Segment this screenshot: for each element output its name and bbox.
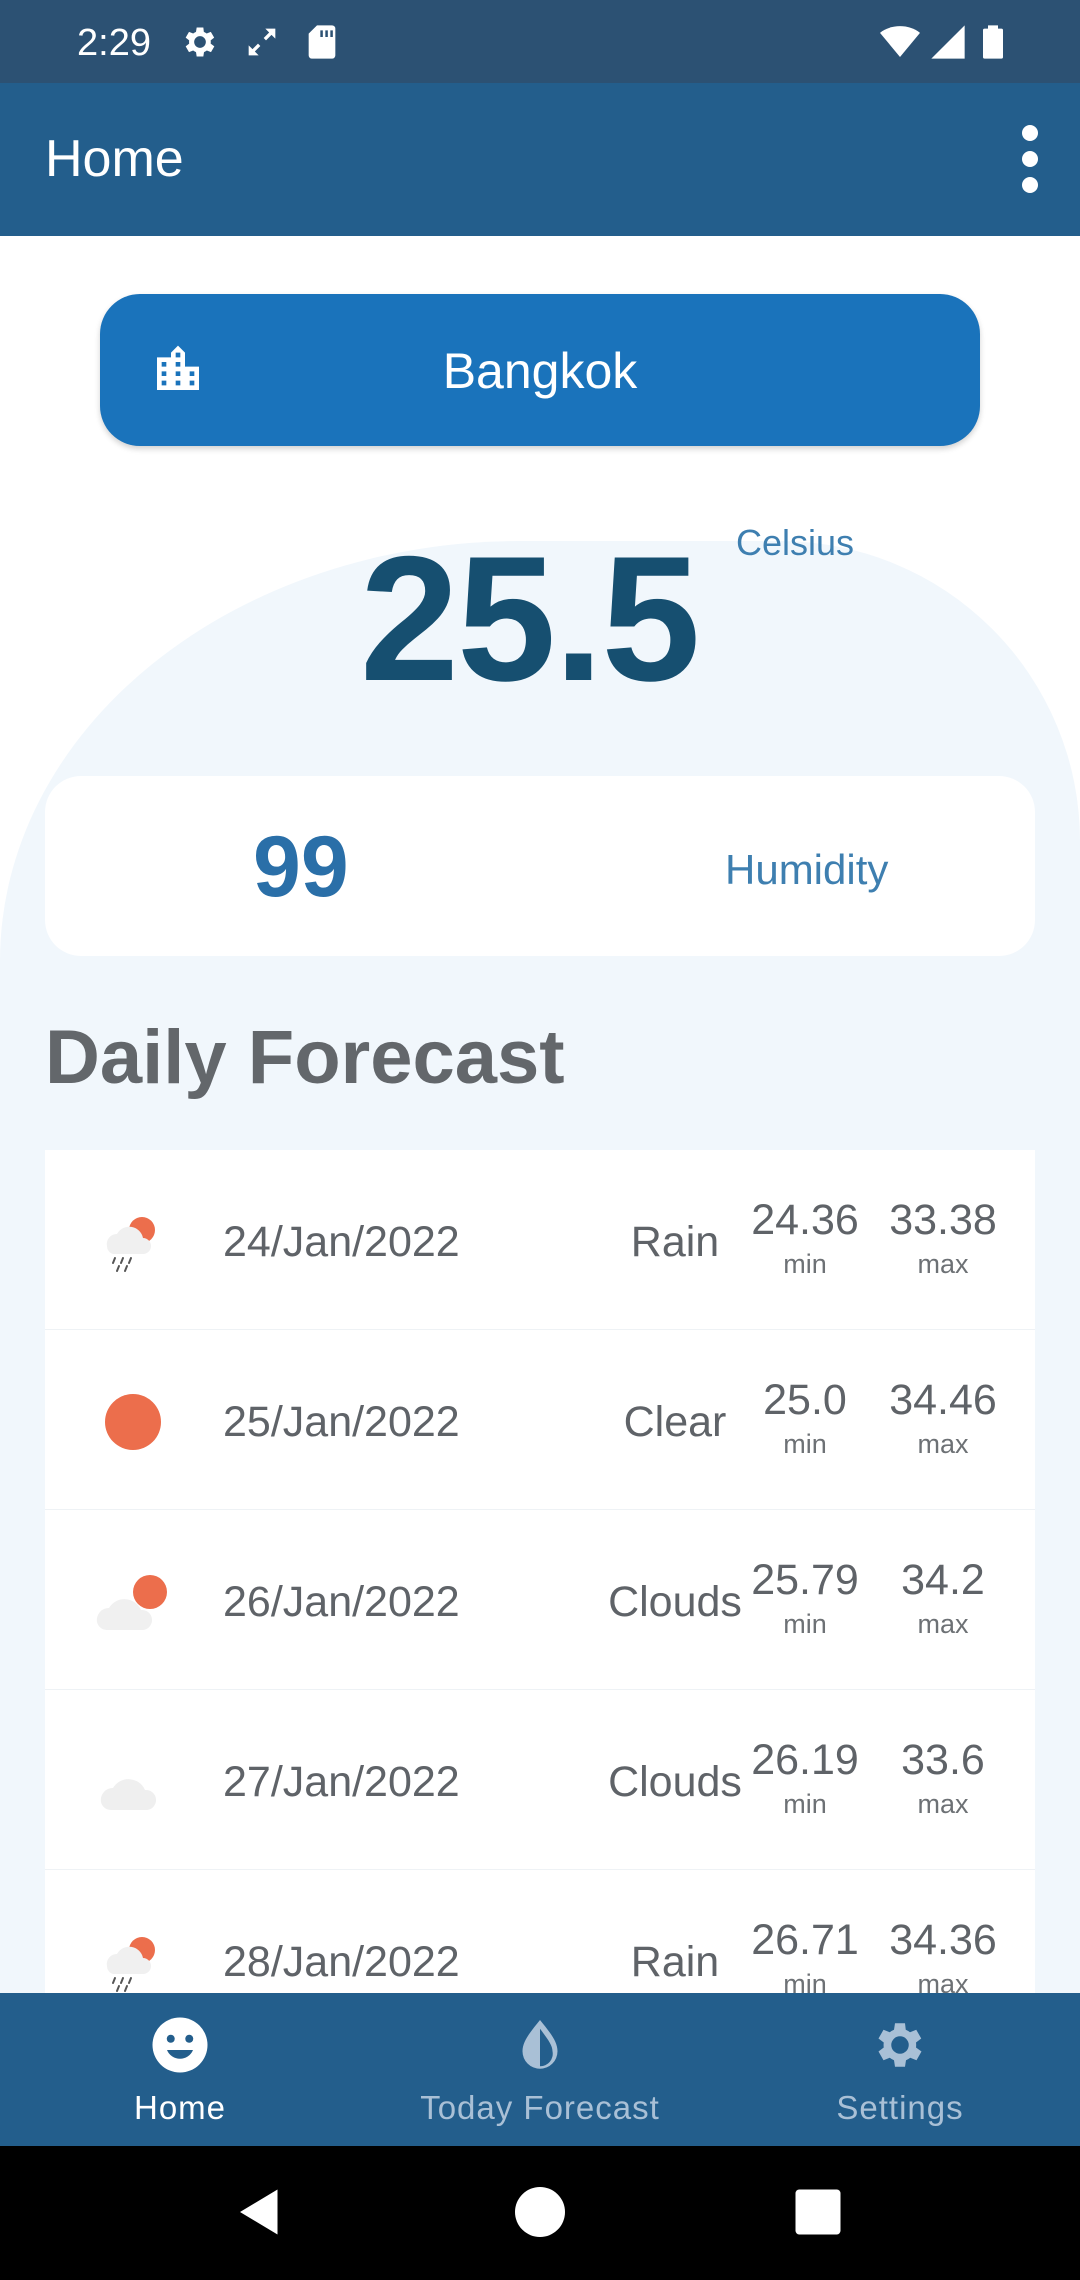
nav-label-today-forecast: Today Forecast bbox=[420, 2089, 660, 2126]
nav-label-settings: Settings bbox=[836, 2089, 964, 2126]
status-time: 2:29 bbox=[77, 22, 151, 64]
forecast-max-value: 33.6 bbox=[901, 1736, 985, 1784]
forecast-max: 34.46 max bbox=[873, 1376, 1013, 1460]
forecast-max: 34.36 max bbox=[873, 1916, 1013, 1993]
cloud-icon bbox=[100, 1779, 157, 1811]
temperature-value: 25.5 bbox=[360, 519, 700, 718]
city-name: Bangkok bbox=[442, 343, 638, 399]
forecast-min-caption: min bbox=[783, 1609, 827, 1639]
forecast-date: 24/Jan/2022 bbox=[223, 1218, 460, 1266]
forecast-min: 25.79 min bbox=[735, 1556, 875, 1640]
signal-icon bbox=[931, 25, 965, 59]
forecast-max-value: 34.46 bbox=[889, 1376, 997, 1424]
forecast-min-caption: min bbox=[783, 1249, 827, 1279]
forecast-row[interactable]: 25/Jan/2022 Clear 25.0 min 34.46 max bbox=[45, 1330, 1035, 1510]
back-icon[interactable] bbox=[230, 2182, 290, 2242]
forecast-max-value: 33.38 bbox=[889, 1196, 997, 1244]
forecast-max-value: 34.2 bbox=[901, 1556, 985, 1604]
battery-icon bbox=[983, 25, 1003, 59]
more-vert-icon[interactable] bbox=[1010, 123, 1050, 195]
sd-card-icon bbox=[308, 25, 336, 59]
forecast-min-caption: min bbox=[783, 1429, 827, 1459]
sync-icon bbox=[248, 28, 276, 56]
rain-icon bbox=[106, 1937, 155, 1992]
forecast-min-value: 24.36 bbox=[751, 1196, 859, 1244]
nav-item-today-forecast[interactable]: Today Forecast bbox=[360, 1993, 720, 2146]
forecast-min: 24.36 min bbox=[735, 1196, 875, 1280]
forecast-min: 26.19 min bbox=[735, 1736, 875, 1820]
forecast-max: 34.2 max bbox=[873, 1556, 1013, 1640]
forecast-min-value: 26.71 bbox=[751, 1916, 859, 1964]
forecast-min: 26.71 min bbox=[735, 1916, 875, 1993]
nav-label-home: Home bbox=[133, 2089, 227, 2126]
recents-icon[interactable] bbox=[788, 2182, 848, 2242]
main-content: Bangkok 25.5 Celsius 99 Humidity Daily F… bbox=[0, 236, 1080, 1993]
gear-icon bbox=[878, 2023, 922, 2067]
water-drop-icon bbox=[522, 2020, 558, 2069]
forecast-min-value: 25.0 bbox=[763, 1376, 847, 1424]
rain-icon bbox=[106, 1217, 155, 1272]
forecast-min-value: 25.79 bbox=[751, 1556, 859, 1604]
clear-sun-icon bbox=[105, 1394, 161, 1450]
humidity-label: Humidity bbox=[725, 846, 889, 893]
forecast-row[interactable]: 27/Jan/2022 Clouds 26.19 min 33.6 max bbox=[45, 1690, 1035, 1870]
forecast-list[interactable]: 24/Jan/2022 Rain 24.36 min 33.38 max 25/… bbox=[45, 1150, 1035, 1993]
forecast-min-caption: min bbox=[783, 1969, 827, 1993]
forecast-max-value: 34.36 bbox=[889, 1916, 997, 1964]
forecast-min: 25.0 min bbox=[735, 1376, 875, 1460]
forecast-max-caption: max bbox=[917, 1609, 969, 1639]
daily-forecast-title: Daily Forecast bbox=[45, 1015, 565, 1100]
forecast-min-value: 26.19 bbox=[751, 1736, 859, 1784]
forecast-max: 33.38 max bbox=[873, 1196, 1013, 1280]
nav-item-settings[interactable]: Settings bbox=[720, 1993, 1080, 2146]
system-navigation-bar bbox=[0, 2146, 1080, 2280]
forecast-date: 27/Jan/2022 bbox=[223, 1758, 460, 1806]
forecast-max-caption: max bbox=[917, 1789, 969, 1819]
home-circle-icon[interactable] bbox=[510, 2182, 570, 2242]
temperature-unit: Celsius bbox=[736, 522, 855, 563]
forecast-max-caption: max bbox=[917, 1249, 969, 1279]
city-button[interactable]: Bangkok bbox=[100, 294, 980, 446]
humidity-card: 99 Humidity bbox=[45, 776, 1035, 956]
smiley-icon bbox=[152, 2017, 208, 2073]
status-bar: 2:29 bbox=[0, 0, 1080, 83]
app-bar: Home bbox=[0, 83, 1080, 236]
forecast-row[interactable]: 26/Jan/2022 Clouds 25.79 min 34.2 max bbox=[45, 1510, 1035, 1690]
forecast-min-caption: min bbox=[783, 1789, 827, 1819]
wifi-icon bbox=[880, 26, 920, 57]
forecast-max: 33.6 max bbox=[873, 1736, 1013, 1820]
page-title: Home bbox=[45, 130, 184, 188]
forecast-row[interactable]: 24/Jan/2022 Rain 24.36 min 33.38 max bbox=[45, 1150, 1035, 1330]
forecast-max-caption: max bbox=[917, 1969, 969, 1993]
forecast-date: 25/Jan/2022 bbox=[223, 1398, 460, 1446]
cloud-sun-icon bbox=[96, 1575, 167, 1631]
forecast-max-caption: max bbox=[917, 1429, 969, 1459]
nav-item-home[interactable]: Home bbox=[0, 1993, 360, 2146]
gear-icon bbox=[185, 27, 215, 57]
humidity-value: 99 bbox=[253, 819, 349, 915]
forecast-row[interactable]: 28/Jan/2022 Rain 26.71 min 34.36 max bbox=[45, 1870, 1035, 1993]
forecast-date: 26/Jan/2022 bbox=[223, 1578, 460, 1626]
bottom-navigation: Home Today Forecast Settings bbox=[0, 1993, 1080, 2146]
forecast-date: 28/Jan/2022 bbox=[223, 1938, 460, 1986]
